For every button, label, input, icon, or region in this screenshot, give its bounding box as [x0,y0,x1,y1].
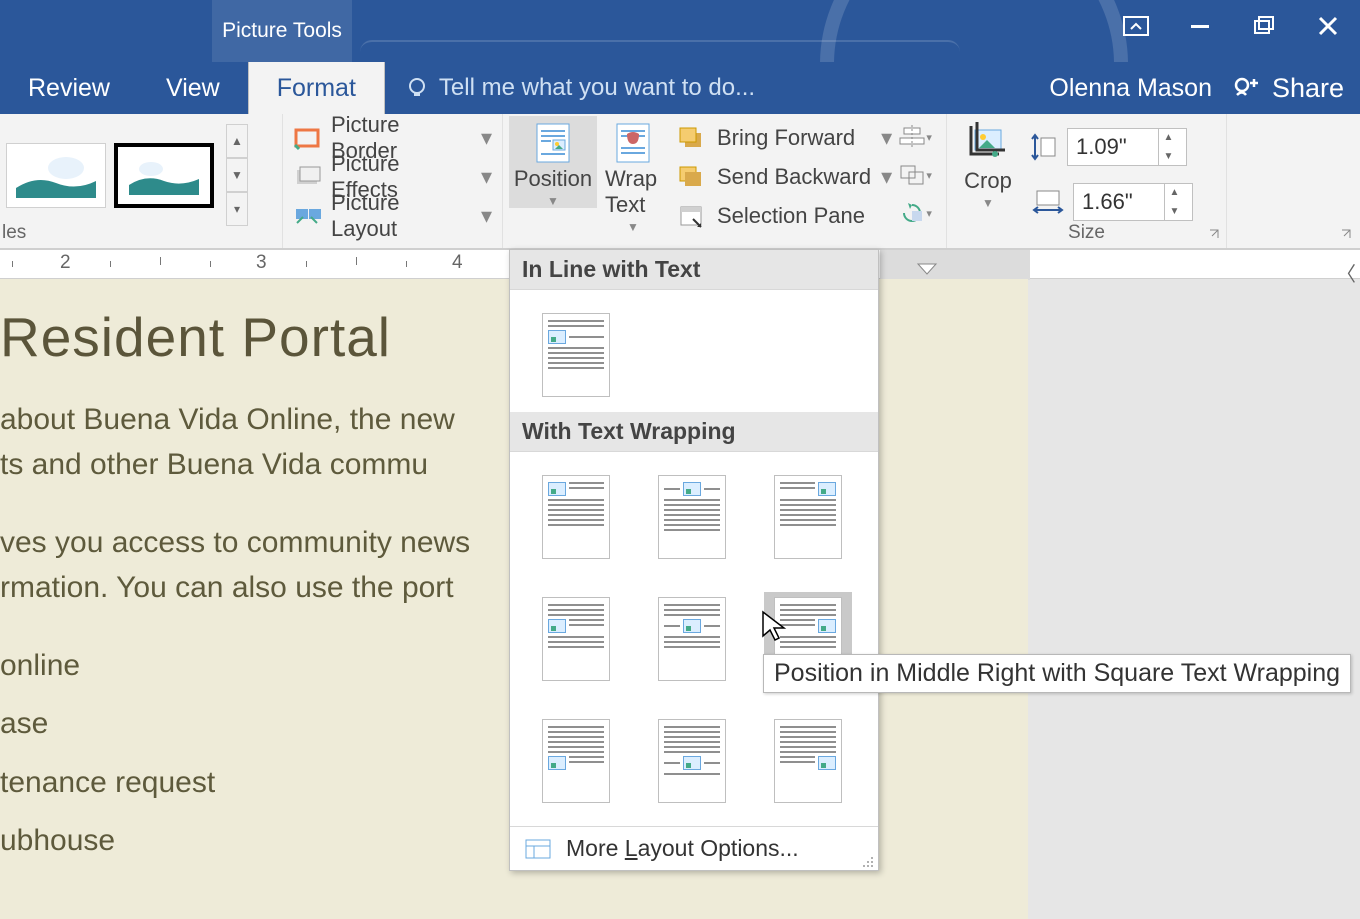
share-button[interactable]: Share [1216,62,1360,114]
width-icon [1031,188,1065,216]
position-bottom-center[interactable] [648,714,736,808]
wrap-text-button[interactable]: Wrap Text ▼ [597,116,669,234]
styles-more[interactable]: ▾ [226,192,248,226]
picture-style-thumb-1[interactable] [6,143,106,208]
group-arrange: Position ▼ Wrap Text ▼ Bring Forward▾ Se… [503,114,947,248]
layout-icon [293,203,323,229]
position-icon [533,120,573,164]
picture-layout-button[interactable]: Picture Layout▾ [289,198,496,233]
share-icon [1232,75,1262,101]
selection-pane-icon [677,203,707,229]
height-input[interactable]: 1.09"▲▼ [1067,128,1187,166]
wrap-icon [613,120,653,164]
more-layout-options[interactable]: More Layout Options... [510,826,878,870]
user-name[interactable]: Olenna Mason [1049,74,1212,103]
contextual-tab-picture-tools: Picture Tools [212,0,352,62]
picture-style-thumb-2[interactable] [114,143,214,208]
position-middle-left[interactable] [532,592,620,686]
border-icon [293,125,323,151]
group-label-size: Size [1068,222,1105,244]
restore-button[interactable] [1232,0,1296,52]
minimize-button[interactable] [1168,0,1232,52]
tab-review[interactable]: Review [0,62,138,114]
effects-icon [293,164,323,190]
position-button[interactable]: Position ▼ [509,116,597,208]
group-size: Crop ▼ 1.09"▲▼ 1.66"▲▼ Size [947,114,1227,248]
width-input[interactable]: 1.66"▲▼ [1073,183,1193,221]
position-top-center[interactable] [648,470,736,564]
align-button[interactable]: ▾ [898,120,932,154]
title-bar: Picture Tools [0,0,1360,62]
position-bottom-left[interactable] [532,714,620,808]
height-down[interactable]: ▼ [1158,147,1178,166]
crop-icon [965,120,1011,166]
bring-forward-icon [677,125,707,151]
position-middle-center[interactable] [648,592,736,686]
tab-view[interactable]: View [138,62,248,114]
position-bottom-right[interactable] [764,714,852,808]
indent-marker-icon[interactable] [918,264,936,278]
width-up[interactable]: ▲ [1164,183,1184,202]
dropdown-section-wrapping: With Text Wrapping [510,412,878,452]
position-inline[interactable] [532,308,620,402]
dropdown-section-inline: In Line with Text [510,250,878,290]
styles-row-down[interactable]: ▼ [226,158,248,192]
bring-forward-button[interactable]: Bring Forward▾ [673,120,896,155]
tab-format[interactable]: Format [248,62,385,114]
ribbon-display-options[interactable] [1104,0,1168,52]
dialog-launcher-size[interactable] [1208,228,1222,242]
crop-button[interactable]: Crop ▼ [953,116,1023,210]
layout-options-icon [524,838,552,860]
group-picture-styles: ▲ ▼ ▾ les [0,114,283,248]
tooltip: Position in Middle Right with Square Tex… [763,654,1351,693]
lightbulb-icon [405,76,429,100]
ribbon: ▲ ▼ ▾ les Picture Border▾ Picture Effect… [0,114,1360,249]
resize-grip-icon[interactable] [864,856,874,866]
group-picture-adjust: Picture Border▾ Picture Effects▾ Picture… [283,114,503,248]
height-up[interactable]: ▲ [1158,128,1178,147]
height-icon [1031,130,1059,164]
width-down[interactable]: ▼ [1164,202,1184,221]
tell-me-search[interactable]: Tell me what you want to do... [405,74,755,102]
send-backward-button[interactable]: Send Backward▾ [673,159,896,194]
ribbon-tabs: Review View Format Tell me what you want… [0,62,1360,114]
collapse-ribbon-button[interactable]: 〈 [1336,258,1356,287]
group-label-styles: les [2,222,26,244]
rotate-button[interactable]: ▾ [898,196,932,230]
position-top-left[interactable] [532,470,620,564]
close-button[interactable] [1296,0,1360,52]
dialog-launcher-styles[interactable] [1340,228,1354,242]
position-dropdown: In Line with Text With Text Wrapping Mor… [509,249,879,871]
group-button[interactable]: ▾ [898,158,932,192]
styles-row-up[interactable]: ▲ [226,124,248,158]
position-top-right[interactable] [764,470,852,564]
selection-pane-button[interactable]: Selection Pane [673,198,896,233]
send-backward-icon [677,164,707,190]
